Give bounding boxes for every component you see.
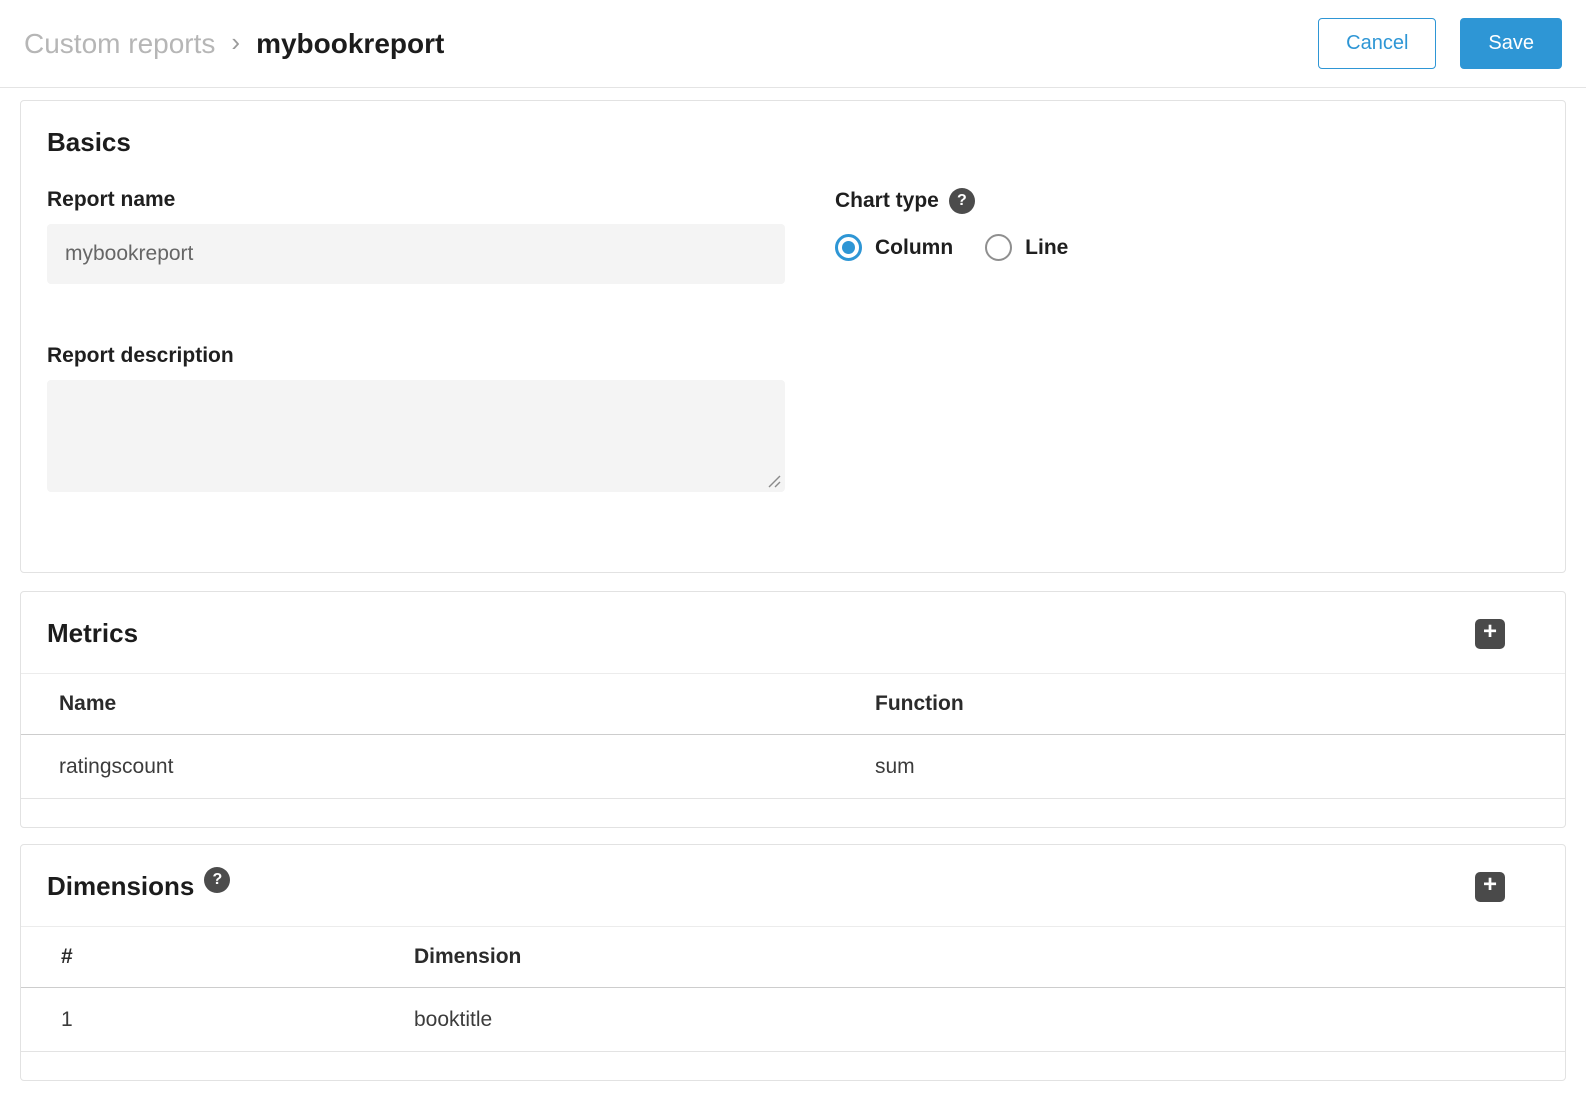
add-dimension-button[interactable]: + [1475, 872, 1505, 902]
basics-left-column: Report name Report description [47, 188, 785, 492]
dimensions-header: Dimensions ? + [21, 845, 1565, 926]
metrics-col-name: Name [21, 692, 875, 716]
chart-type-line-radio[interactable]: Line [985, 234, 1068, 261]
header-actions: Cancel Save [1318, 18, 1562, 69]
dimensions-col-dimension: Dimension [414, 945, 1565, 969]
metrics-header: Metrics + [21, 592, 1565, 673]
dimensions-table-header: # Dimension [21, 926, 1565, 988]
dimensions-col-index: # [21, 945, 414, 969]
page-content: Basics Report name Report description [0, 88, 1586, 1081]
metrics-table-row[interactable]: ratingscount sum [21, 735, 1565, 799]
help-icon[interactable]: ? [204, 867, 230, 893]
basics-body: Report name Report description [47, 188, 1539, 492]
report-description-wrap [47, 380, 785, 492]
chart-type-options: Column Line [835, 234, 1068, 261]
dimensions-table-row[interactable]: 1 booktitle [21, 988, 1565, 1052]
report-name-input[interactable] [47, 224, 785, 284]
radio-unselected-icon [985, 234, 1012, 261]
page-header: Custom reports › mybookreport Cancel Sav… [0, 0, 1586, 88]
radio-dot [842, 241, 855, 254]
breadcrumb: Custom reports › mybookreport [24, 28, 444, 60]
breadcrumb-custom-reports-link[interactable]: Custom reports [24, 28, 215, 60]
basics-title: Basics [47, 127, 1539, 158]
dimension-name-cell: booktitle [414, 1008, 1565, 1032]
metrics-col-function: Function [875, 692, 1565, 716]
chart-type-label-text: Chart type [835, 189, 939, 213]
chart-type-line-label: Line [1025, 236, 1068, 260]
report-description-input[interactable] [47, 380, 785, 492]
save-button[interactable]: Save [1460, 18, 1562, 69]
dimensions-section: Dimensions ? + # Dimension 1 booktitle [20, 844, 1566, 1081]
radio-selected-icon [835, 234, 862, 261]
help-icon[interactable]: ? [949, 188, 975, 214]
add-metric-button[interactable]: + [1475, 619, 1505, 649]
report-description-label: Report description [47, 344, 785, 368]
cancel-button[interactable]: Cancel [1318, 18, 1436, 69]
chevron-right-icon: › [231, 27, 240, 58]
chart-type-column-label: Column [875, 236, 953, 260]
basics-section: Basics Report name Report description [20, 100, 1566, 573]
metric-name-cell: ratingscount [21, 755, 875, 779]
metrics-table-header: Name Function [21, 673, 1565, 735]
report-name-label: Report name [47, 188, 785, 212]
dimension-index-cell: 1 [21, 1008, 414, 1032]
chart-type-column-radio[interactable]: Column [835, 234, 953, 261]
report-description-field: Report description [47, 344, 785, 492]
dimensions-title-text: Dimensions [47, 871, 194, 902]
textarea-resize-handle-icon[interactable] [766, 473, 781, 488]
metrics-section: Metrics + Name Function ratingscount sum [20, 591, 1566, 828]
basics-right-column: Chart type ? Column Line [835, 188, 1068, 492]
metrics-title: Metrics [47, 618, 138, 649]
chart-type-label: Chart type ? [835, 188, 1068, 214]
metric-function-cell: sum [875, 755, 1565, 779]
dimensions-title: Dimensions ? [47, 871, 230, 902]
breadcrumb-current-report: mybookreport [256, 28, 444, 60]
